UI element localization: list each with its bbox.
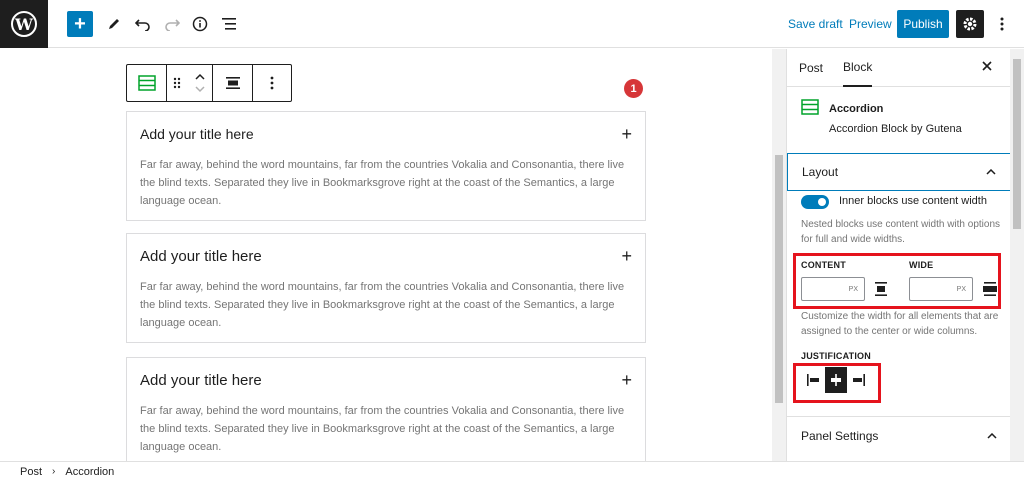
accordion-block-icon [801, 99, 819, 115]
plus-icon[interactable]: + [621, 370, 632, 391]
layout-panel-title: Layout [802, 165, 839, 179]
panel-settings-toggle[interactable]: Panel Settings [787, 416, 1010, 454]
undo-icon [135, 19, 150, 31]
block-options-button[interactable] [253, 65, 291, 101]
add-block-button[interactable]: + [67, 11, 93, 37]
align-wide-icon [225, 77, 240, 89]
breadcrumb: Post › Accordion [0, 461, 1024, 481]
scrollbar-thumb[interactable] [1013, 59, 1021, 229]
options-button[interactable] [994, 10, 1010, 38]
step-badge: 1 [624, 79, 643, 98]
accordion-block-icon [137, 75, 156, 91]
content-width-label: CONTENT [801, 260, 846, 270]
accordion-title[interactable]: Add your title here [140, 126, 254, 142]
move-controls [167, 65, 213, 101]
justify-center-icon [831, 374, 841, 386]
accordion-content[interactable]: Far far away, behind the word mountains,… [140, 402, 632, 461]
accordion-header[interactable]: Add your title here + [140, 358, 632, 402]
block-toolbar [126, 64, 292, 102]
width-help-text: Customize the width for all elements tha… [801, 311, 999, 337]
list-view-icon [222, 18, 236, 30]
info-icon [192, 16, 208, 32]
wide-width-icon [983, 282, 997, 296]
chevron-up-icon [987, 432, 997, 439]
justify-left-button[interactable] [803, 367, 825, 393]
wide-width-label: WIDE [909, 260, 934, 270]
accordion-panel[interactable]: Add your title here + Far far away, behi… [126, 111, 646, 221]
accordion-panel[interactable]: Add your title here + Far far away, behi… [126, 357, 646, 461]
editor-canvas: 1 Add your title here + Far far away, be… [0, 49, 772, 461]
content-width-icon [874, 282, 888, 296]
content-width-input[interactable]: PX [801, 277, 865, 301]
settings-button[interactable] [956, 10, 984, 38]
publish-button[interactable]: Publish [897, 10, 949, 38]
redo-icon [165, 19, 180, 31]
tab-block[interactable]: Block [843, 49, 873, 87]
preview-button[interactable]: Preview [849, 0, 892, 48]
close-icon [982, 61, 992, 71]
sidebar-tabs: Post Block [787, 49, 1010, 87]
sidebar-scrollbar[interactable] [1010, 49, 1024, 461]
redo-button[interactable] [159, 11, 185, 37]
accordion-panel[interactable]: Add your title here + Far far away, behi… [126, 233, 646, 343]
block-type-button[interactable] [127, 65, 167, 101]
undo-button[interactable] [130, 11, 156, 37]
scrollbar-thumb[interactable] [775, 155, 783, 403]
justification-buttons [803, 367, 869, 393]
settings-sidebar: Post Block Accordion Accordion Block by … [786, 49, 1010, 461]
accordion-title[interactable]: Add your title here [140, 372, 262, 389]
accordion-content[interactable]: Far far away, behind the word mountains,… [140, 156, 632, 220]
wordpress-logo-icon[interactable]: W [0, 0, 48, 48]
unit-label[interactable]: PX [957, 286, 966, 293]
justify-right-icon [853, 374, 865, 386]
plus-icon[interactable]: + [621, 246, 632, 267]
accordion-content[interactable]: Far far away, behind the word mountains,… [140, 278, 632, 342]
unit-label[interactable]: PX [849, 286, 858, 293]
save-draft-button[interactable]: Save draft [788, 0, 843, 48]
breadcrumb-post[interactable]: Post [20, 466, 42, 478]
gear-icon [963, 17, 977, 31]
chevron-right-icon: › [52, 466, 56, 477]
accordion-header[interactable]: Add your title here + [140, 112, 632, 156]
align-button[interactable] [213, 65, 253, 101]
close-sidebar-button[interactable] [981, 59, 993, 75]
accordion-header[interactable]: Add your title here + [140, 234, 632, 278]
justify-center-button[interactable] [825, 367, 847, 393]
editor-scrollbar[interactable] [772, 49, 786, 461]
breadcrumb-accordion[interactable]: Accordion [65, 466, 114, 478]
block-description: Accordion Block by Gutena [829, 123, 962, 135]
panel-settings-title: Panel Settings [801, 428, 879, 443]
details-button[interactable] [187, 11, 213, 37]
tab-post[interactable]: Post [799, 49, 823, 87]
toggle-label: Inner blocks use content width [839, 195, 987, 207]
block-card-icon [801, 99, 819, 120]
justify-right-button[interactable] [847, 367, 869, 393]
move-up-down-icon[interactable] [194, 72, 206, 94]
block-name: Accordion [829, 103, 884, 115]
accordion-title[interactable]: Add your title here [140, 248, 262, 265]
justify-left-icon [807, 374, 819, 386]
content-width-toggle[interactable] [801, 195, 829, 209]
drag-handle-icon[interactable] [173, 77, 181, 89]
more-vertical-icon [1000, 17, 1004, 31]
pencil-icon [109, 19, 119, 29]
plus-icon[interactable]: + [621, 124, 632, 145]
more-vertical-icon [270, 76, 274, 90]
layout-panel-toggle[interactable]: Layout [787, 153, 1010, 191]
top-toolbar: W + Save draft Preview Publish [0, 0, 1024, 48]
wide-width-input[interactable]: PX [909, 277, 973, 301]
edit-tools-button[interactable] [101, 11, 127, 37]
toggle-help-text: Nested blocks use content width with opt… [801, 219, 1000, 245]
chevron-up-icon [986, 169, 996, 175]
list-view-button[interactable] [216, 11, 242, 37]
justification-label: JUSTIFICATION [801, 351, 871, 361]
